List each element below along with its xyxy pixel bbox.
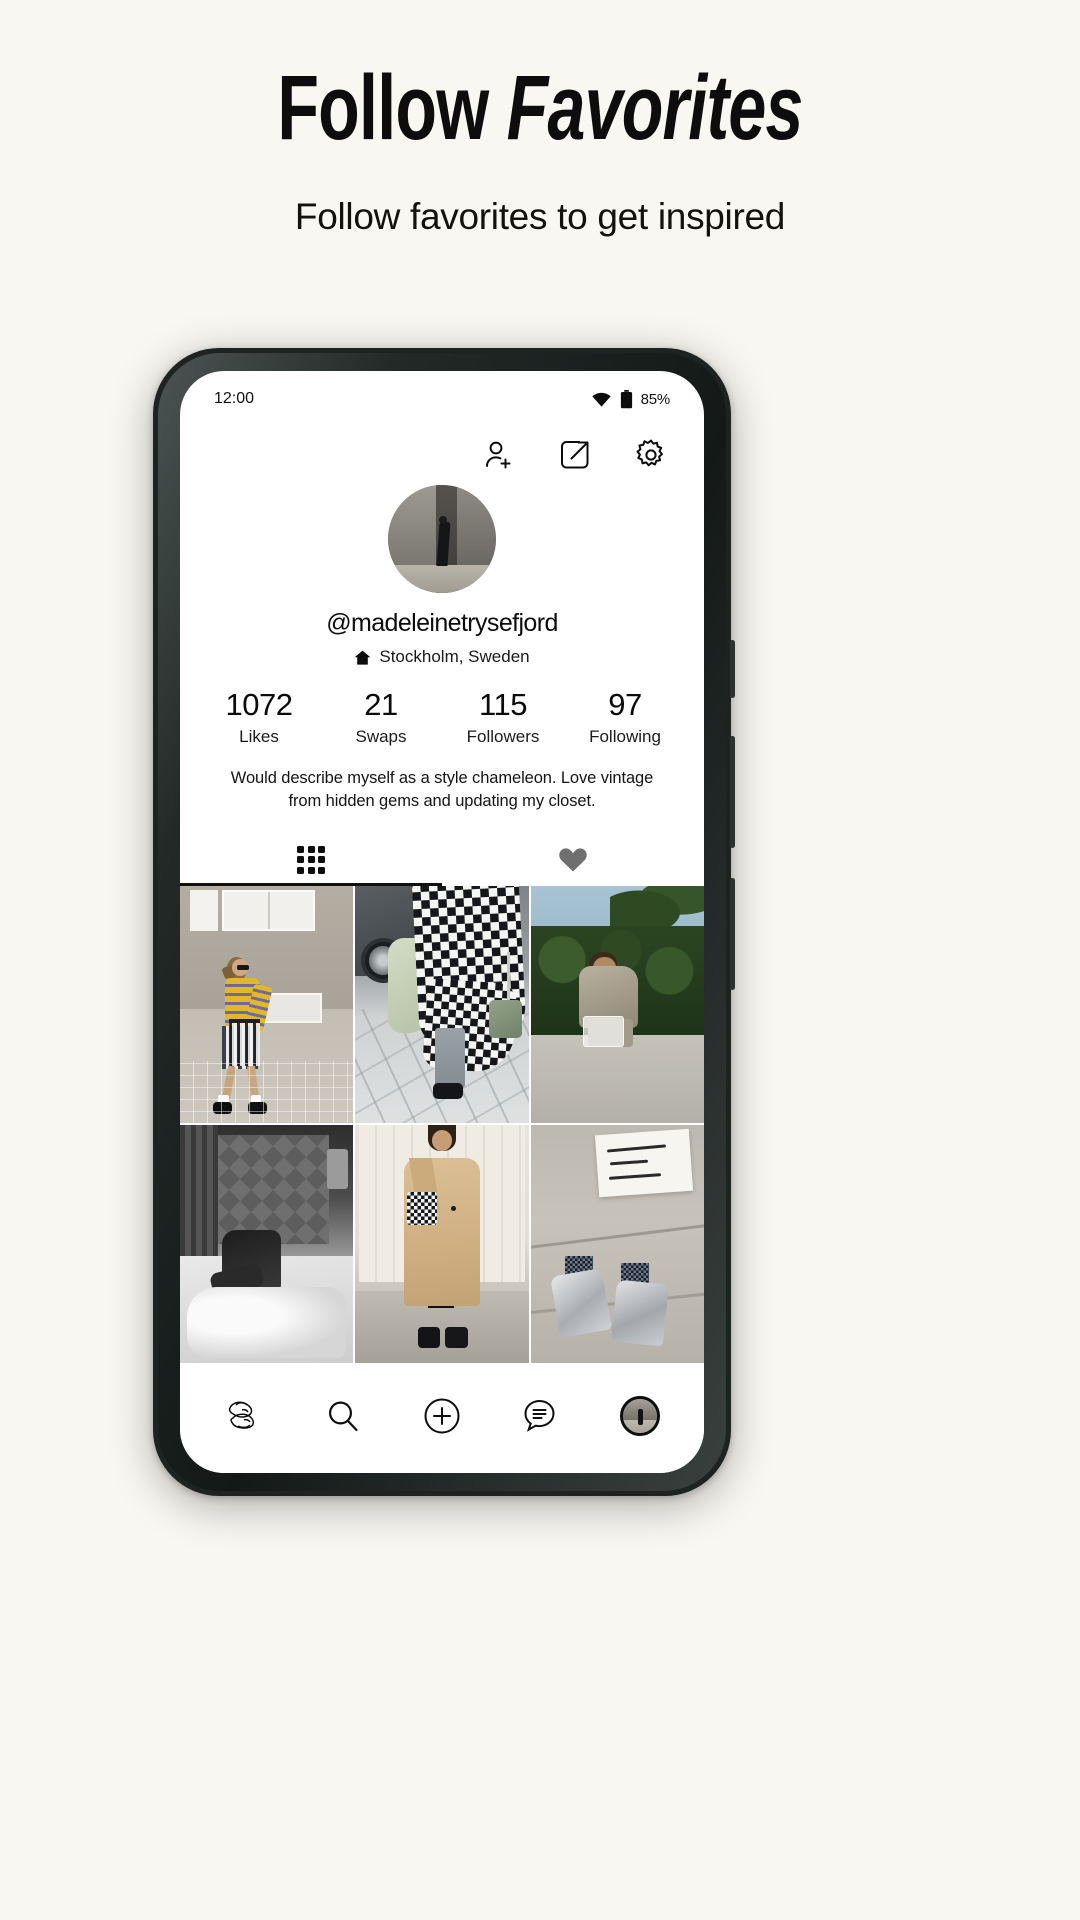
photo-grid-item[interactable]	[180, 1125, 354, 1363]
photo-6	[530, 1125, 704, 1363]
photo-5	[355, 1125, 529, 1363]
nav-home-logo[interactable]	[216, 1388, 272, 1444]
heart-icon	[559, 848, 587, 872]
photo-grid-item[interactable]	[530, 1125, 704, 1363]
page-title-emphasis: Favorites	[506, 57, 804, 159]
photo-grid-item[interactable]	[180, 885, 354, 1124]
photo-1	[180, 885, 354, 1124]
photo-grid	[180, 885, 704, 1363]
profile-top-actions	[180, 417, 704, 479]
wifi-icon	[591, 392, 611, 407]
avatar-icon	[620, 1396, 661, 1436]
photo-grid-item[interactable]	[530, 885, 704, 1124]
stat-following[interactable]: 97 Following	[581, 687, 669, 747]
home-icon	[354, 650, 371, 665]
stat-swaps[interactable]: 21 Swaps	[337, 687, 425, 747]
search-icon	[328, 1401, 358, 1432]
page-title: Follow Favorites	[140, 62, 939, 154]
profile-bio: Would describe myself as a style chamele…	[230, 768, 654, 811]
add-friend-icon[interactable]	[482, 438, 516, 472]
avatar[interactable]	[388, 485, 496, 593]
stat-value: 21	[364, 687, 398, 722]
profile-location-text: Stockholm, Sweden	[379, 647, 530, 666]
phone-power-button[interactable]	[730, 878, 735, 990]
tab-likes[interactable]	[442, 834, 704, 886]
stat-value: 1072	[225, 687, 293, 722]
photo-4	[180, 1125, 354, 1363]
battery-percent: 85%	[640, 390, 671, 408]
status-indicators: 85%	[591, 389, 671, 409]
profile-location: Stockholm, Sweden	[180, 647, 704, 667]
nav-search[interactable]	[315, 1388, 371, 1444]
photo-2	[355, 885, 529, 1124]
phone-screen: 12:00 85% @madeleinetrysefjord Stockholm…	[180, 371, 704, 1473]
nav-profile[interactable]	[612, 1388, 668, 1444]
profile-stats: 1072 Likes 21 Swaps 115 Followers 97 Fol…	[180, 687, 704, 747]
tab-grid[interactable]	[180, 834, 442, 886]
grid-icon	[297, 845, 325, 874]
photo-3	[530, 885, 704, 1124]
profile-avatar-row	[180, 485, 704, 593]
stat-label: Swaps	[355, 726, 407, 746]
stat-value: 115	[479, 687, 527, 722]
profile-handle: @madeleinetrysefjord	[326, 609, 558, 637]
stat-label: Likes	[239, 726, 279, 746]
phone-volume-button[interactable]	[730, 736, 735, 848]
status-bar: 12:00 85%	[180, 371, 704, 417]
stat-label: Following	[589, 726, 661, 746]
settings-gear-icon[interactable]	[634, 438, 668, 472]
share-icon[interactable]	[558, 438, 592, 472]
status-time: 12:00	[214, 390, 255, 407]
avatar-image	[388, 485, 496, 593]
phone-mute-button[interactable]	[730, 640, 735, 698]
profile-tabs	[180, 834, 704, 886]
nav-add[interactable]	[414, 1388, 470, 1444]
page-title-plain: Follow	[277, 57, 507, 159]
stat-value: 97	[608, 687, 642, 722]
popswap-logo-icon	[228, 1401, 254, 1429]
photo-grid-item[interactable]	[355, 1125, 529, 1363]
battery-icon	[620, 389, 632, 408]
photo-grid-item[interactable]	[355, 885, 529, 1124]
phone-mockup: 12:00 85% @madeleinetrysefjord Stockholm…	[153, 348, 735, 1496]
page-subtitle: Follow favorites to get inspired	[294, 196, 786, 237]
nav-messages[interactable]	[513, 1388, 569, 1444]
stat-followers[interactable]: 115 Followers	[459, 687, 547, 747]
stat-likes[interactable]: 1072 Likes	[215, 687, 303, 747]
promo-header: Follow Favorites Follow favorites to get…	[0, 0, 1080, 238]
stat-label: Followers	[466, 726, 540, 746]
chat-bubble-icon	[524, 1399, 555, 1432]
bottom-navigation	[180, 1377, 704, 1473]
plus-circle-icon	[424, 1398, 460, 1434]
